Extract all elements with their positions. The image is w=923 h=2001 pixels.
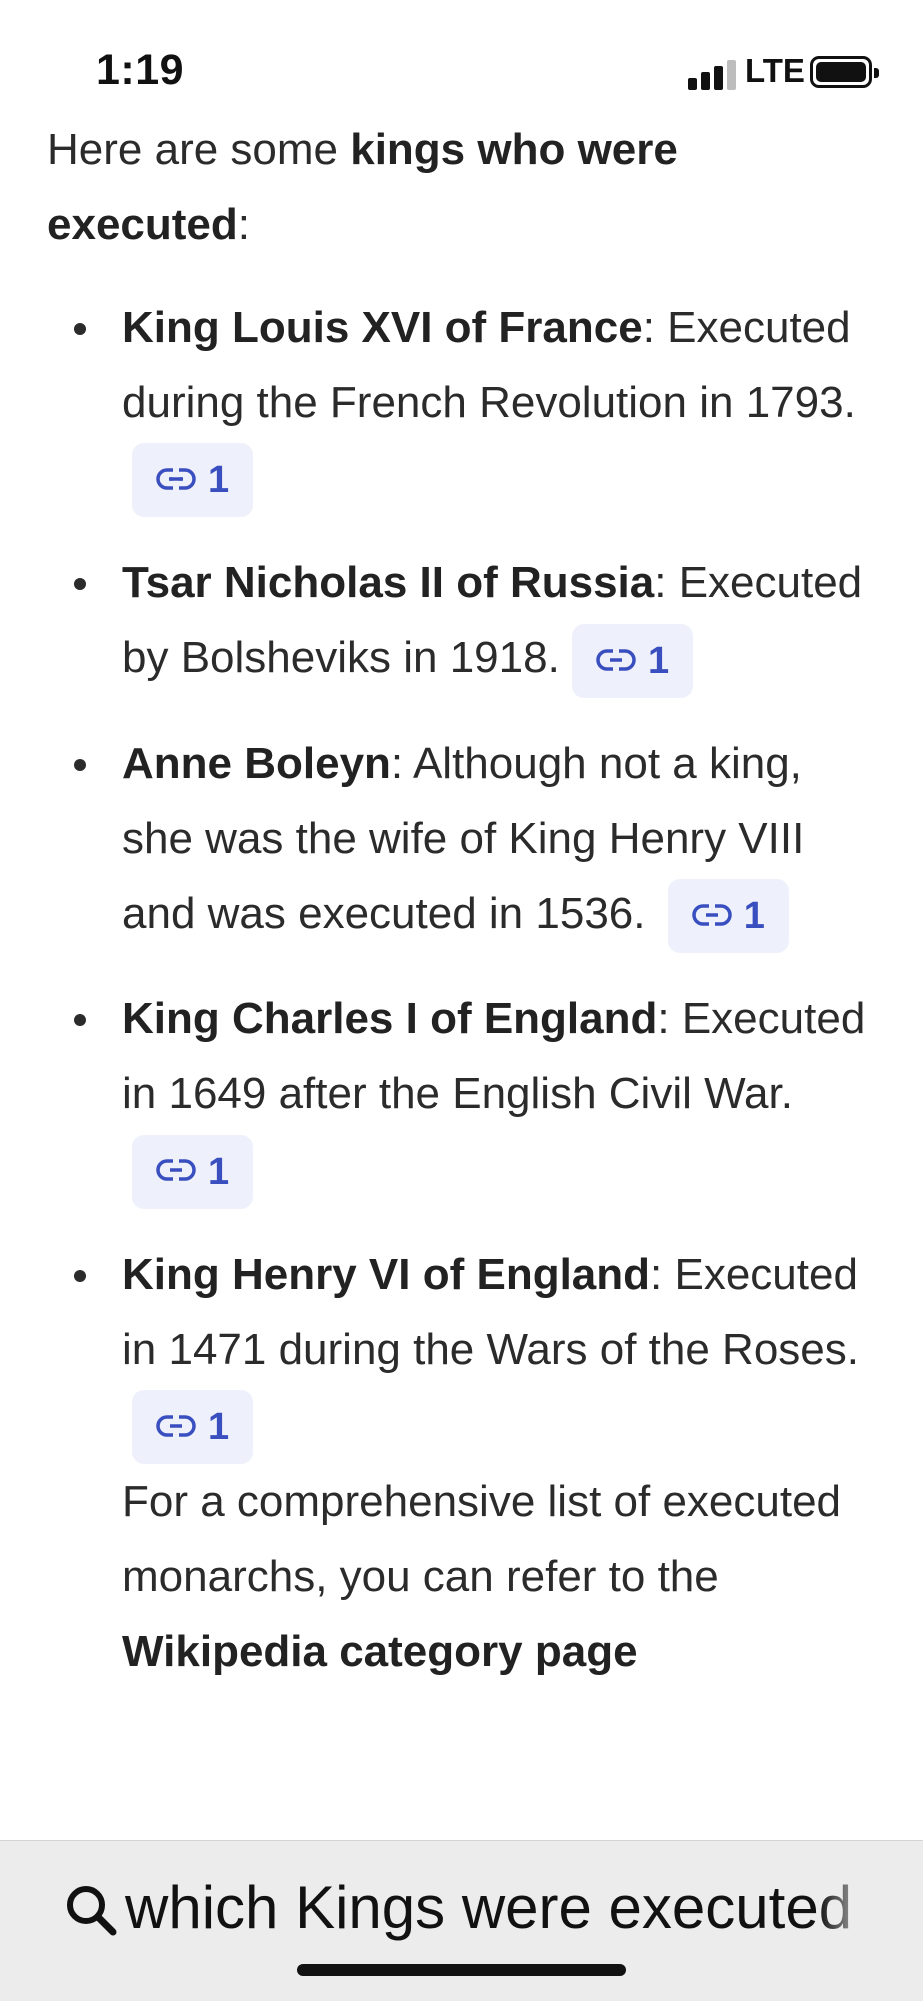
answer-outro: For a comprehensive list of executed mon… xyxy=(122,1476,842,1676)
list-item: Anne Boleyn: Although not a king, she wa… xyxy=(47,726,877,954)
citation-chip[interactable]: 1 xyxy=(132,1389,254,1464)
list-item: Tsar Nicholas II of Russia: Executed by … xyxy=(47,545,877,698)
status-bar: 1:19 LTE xyxy=(0,0,923,110)
item-title: King Henry VI of England xyxy=(122,1249,651,1299)
status-time: 1:19 xyxy=(96,46,185,94)
citation-chip[interactable]: 1 xyxy=(132,1134,254,1209)
list-item: King Henry VI of England: Executed in 14… xyxy=(47,1237,877,1464)
query-fade xyxy=(818,1869,878,1947)
link-icon xyxy=(156,467,196,492)
citation-chip[interactable]: 1 xyxy=(667,879,789,954)
search-bar[interactable]: which Kings were executed xyxy=(0,1840,923,2001)
link-icon xyxy=(156,1413,196,1438)
citation-chip[interactable]: 1 xyxy=(572,623,694,698)
citation-chip[interactable]: 1 xyxy=(132,443,254,518)
item-title: King Louis XVI of France xyxy=(122,303,643,352)
search-query[interactable]: which Kings were executed xyxy=(125,1869,870,1947)
answer-intro: Here are some kings who were executed: xyxy=(47,125,678,249)
wikipedia-link[interactable]: Wikipedia category page xyxy=(122,1627,638,1676)
network-label: LTE xyxy=(745,52,805,89)
item-title: Anne Boleyn xyxy=(122,738,391,788)
link-icon xyxy=(156,1158,196,1183)
link-icon xyxy=(596,647,636,672)
home-indicator[interactable] xyxy=(297,1964,626,1976)
battery-icon xyxy=(810,56,879,88)
kings-list: King Louis XVI of France: Executed durin… xyxy=(47,290,877,1464)
search-icon xyxy=(67,1886,117,1936)
list-item: King Louis XVI of France: Executed durin… xyxy=(47,290,877,518)
item-title: Tsar Nicholas II of Russia xyxy=(122,558,655,608)
link-icon xyxy=(691,903,732,928)
signal-icon xyxy=(688,60,738,90)
answer-content: Here are some kings who were executed: K… xyxy=(47,112,877,1689)
list-item: King Charles I of England: Executed in 1… xyxy=(47,981,877,1209)
item-title: King Charles I of England xyxy=(122,994,658,1044)
